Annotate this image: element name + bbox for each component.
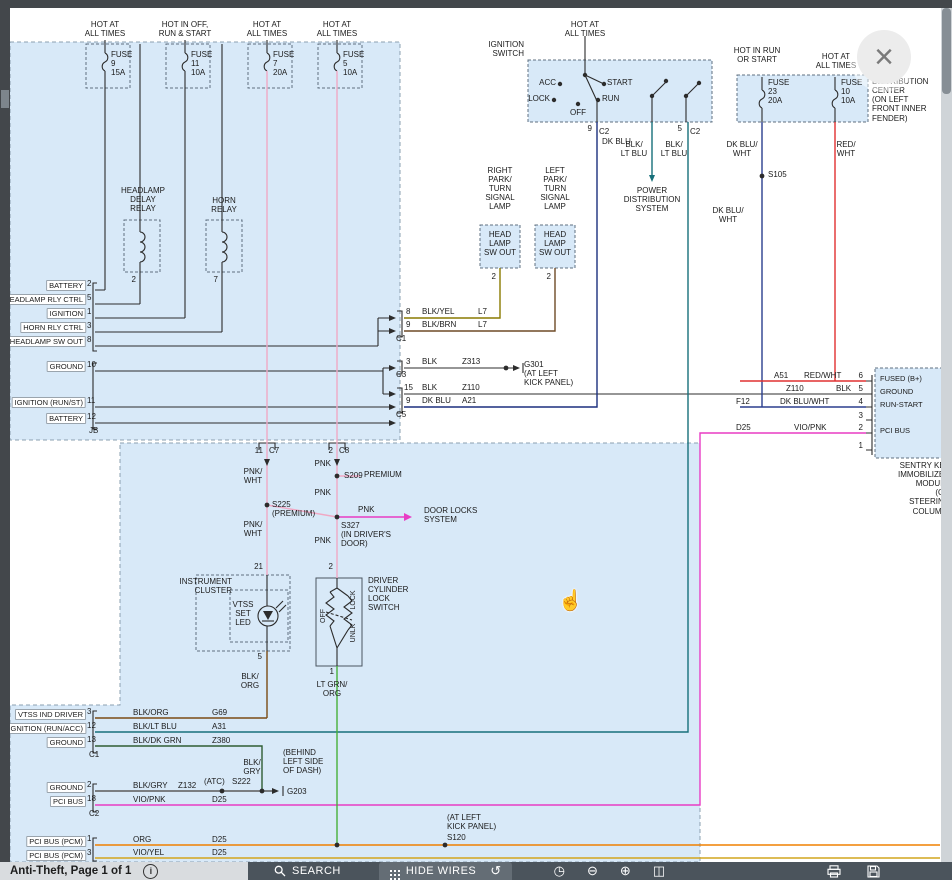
page-title: Anti-Theft, Page 1 of 1 xyxy=(10,865,131,877)
ignition-switch-box xyxy=(528,60,712,122)
history-icon[interactable]: ◷ xyxy=(554,863,565,879)
headlamp-sw-out-box-left xyxy=(535,225,575,268)
wire-red-wht xyxy=(740,122,866,381)
left-chrome-handle[interactable] xyxy=(1,90,9,108)
wiring-diagram xyxy=(0,0,952,880)
page-indicator-segment: Anti-Theft, Page 1 of 1 i xyxy=(0,862,248,880)
vtss-led-symbol xyxy=(258,606,278,626)
hide-wires-button[interactable]: HIDE WIRES ↺ xyxy=(379,862,512,880)
close-icon: × xyxy=(874,40,894,74)
wire-blk-brn xyxy=(404,268,555,331)
left-chrome xyxy=(0,8,10,862)
wires-grid-icon xyxy=(390,870,392,872)
zoom-in-icon[interactable]: ⊕ xyxy=(620,863,631,879)
center-panel xyxy=(10,443,700,862)
app-window: HOT AT ALL TIMESHOT IN OFF, RUN & STARTH… xyxy=(0,0,952,880)
wire-dk-blu-wht xyxy=(740,122,866,407)
undo-icon: ↺ xyxy=(490,863,501,879)
left-panel xyxy=(10,42,400,440)
wire-blk-yel xyxy=(404,268,500,318)
toolbar-right-group xyxy=(827,865,880,878)
hide-wires-label: HIDE WIRES xyxy=(406,865,476,877)
bottom-toolbar: Anti-Theft, Page 1 of 1 i SEARCH HIDE WI… xyxy=(0,862,952,880)
cursor-hand-icon: ☝ xyxy=(558,588,583,613)
info-icon[interactable]: i xyxy=(143,864,158,879)
vertical-scrollbar-thumb[interactable] xyxy=(942,8,951,94)
power-distribution-center-box xyxy=(737,75,868,122)
print-icon[interactable] xyxy=(827,865,841,878)
zoom-out-icon[interactable]: ⊖ xyxy=(587,863,598,879)
search-label: SEARCH xyxy=(292,865,341,877)
close-button[interactable]: × xyxy=(857,30,911,84)
search-button[interactable]: SEARCH xyxy=(266,862,349,880)
headlamp-sw-out-box-right xyxy=(480,225,520,268)
toolbar-icon-group: ◷ ⊖ ⊕ ◫ xyxy=(554,863,665,879)
top-chrome xyxy=(0,0,952,8)
power-distribution-arrow xyxy=(649,175,655,182)
component-boxes-filled xyxy=(480,60,952,458)
search-icon xyxy=(274,865,286,877)
window-icon[interactable]: ◫ xyxy=(653,863,665,879)
vertical-scrollbar[interactable] xyxy=(941,8,952,862)
save-icon[interactable] xyxy=(867,865,880,878)
